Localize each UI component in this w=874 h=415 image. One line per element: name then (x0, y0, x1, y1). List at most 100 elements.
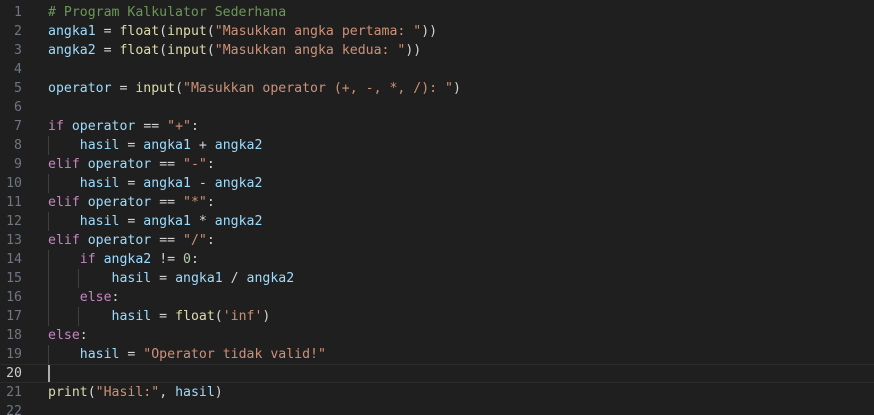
line-number: 7 (14, 119, 22, 134)
line-number: 9 (14, 157, 22, 172)
code-token: print (48, 385, 88, 400)
line-number: 8 (14, 138, 22, 153)
code-token: = (151, 309, 176, 324)
code-line[interactable]: 20 (0, 364, 874, 383)
code-line[interactable]: 12 hasil = angka1 * angka2 (0, 212, 874, 231)
line-number: 19 (6, 347, 22, 362)
code-line[interactable]: 11 elif operator == "*": (0, 193, 874, 212)
code-token: hasil (175, 385, 215, 400)
code-token: operator (87, 157, 152, 172)
code-token: operator (71, 119, 136, 134)
code-token: "Hasil:" (95, 385, 160, 400)
code-token: : (206, 195, 215, 210)
code-token: operator (87, 233, 152, 248)
code-line[interactable]: 21 print("Hasil:", hasil) (0, 383, 874, 402)
code-token: angka1 (143, 214, 191, 229)
code-line[interactable]: 8 hasil = angka1 + angka2 (0, 136, 874, 155)
code-token: angka2 (214, 214, 263, 229)
code-line[interactable]: 14 if angka2 != 0: (0, 250, 874, 269)
code-line[interactable]: 13 elif operator == "/": (0, 231, 874, 250)
code-line[interactable]: 17 hasil = float('inf') (0, 307, 874, 326)
code-token: = (95, 24, 120, 39)
line-number: 21 (6, 385, 22, 400)
code-line[interactable]: 7 if operator == "+": (0, 117, 874, 136)
code-token: 0 (183, 252, 191, 267)
line-number: 18 (6, 328, 22, 343)
line-code: hasil = angka1 - angka2 (48, 174, 263, 193)
line-number: 11 (6, 195, 22, 210)
code-token: - (190, 176, 215, 191)
line-number: 15 (6, 271, 22, 286)
code-token: hasil (79, 176, 120, 191)
code-token: ) (262, 309, 271, 324)
code-token: "/" (183, 233, 207, 248)
code-line[interactable]: 15 hasil = angka1 / angka2 (0, 269, 874, 288)
code-line[interactable]: 2 angka1 = float(input("Masukkan angka pe… (0, 22, 874, 41)
code-token: : (190, 252, 199, 267)
code-line[interactable]: 10 hasil = angka1 - angka2 (0, 174, 874, 193)
line-number: 17 (6, 309, 22, 324)
code-token: angka1 (48, 24, 96, 39)
line-number: 13 (6, 233, 22, 248)
code-line[interactable]: 9 elif operator == "-": (0, 155, 874, 174)
code-token: 'inf' (222, 309, 263, 324)
code-token: ( (159, 24, 168, 39)
code-token: if (48, 119, 64, 134)
code-token: float (119, 24, 160, 39)
code-line[interactable]: 22 (0, 402, 874, 415)
line-code: elif operator == "-": (48, 155, 215, 174)
code-token: ( (214, 309, 223, 324)
line-number: 14 (6, 252, 22, 267)
code-token: angka2 (246, 271, 295, 286)
code-line[interactable]: 4 (0, 60, 874, 79)
code-line[interactable]: 19 hasil = "Operator tidak valid!" (0, 345, 874, 364)
code-token: = (95, 43, 120, 58)
code-token: elif (48, 195, 80, 210)
line-code: # Program Kalkulator Sederhana (48, 3, 286, 22)
code-line[interactable]: 18 else: (0, 326, 874, 345)
code-token: angka1 (143, 138, 191, 153)
code-token: : (206, 233, 215, 248)
line-code: angka1 = float(input("Masukkan angka per… (48, 22, 437, 41)
line-code: hasil = float('inf') (48, 307, 271, 326)
code-token: == (135, 119, 168, 134)
code-token: elif (48, 157, 80, 172)
code-token: input (167, 43, 207, 58)
code-token: : (190, 119, 199, 134)
code-token: = (111, 81, 136, 96)
code-token: if (79, 252, 96, 267)
code-line[interactable]: 1 # Program Kalkulator Sederhana (0, 3, 874, 22)
code-token: / (222, 271, 247, 286)
code-token: input (135, 81, 176, 96)
line-number: 10 (6, 176, 22, 191)
line-code: hasil = angka1 + angka2 (48, 136, 263, 155)
code-token: input (167, 24, 207, 39)
code-token: : (206, 157, 215, 172)
code-token: + (190, 138, 215, 153)
code-token: ( (206, 24, 215, 39)
code-token: # Program Kalkulator Sederhana (48, 5, 287, 20)
code-token: angka2 (214, 138, 263, 153)
line-number: 2 (14, 24, 22, 39)
line-code: elif operator == "/": (48, 231, 215, 250)
code-line[interactable]: 3 angka2 = float(input("Masukkan angka ke… (0, 41, 874, 60)
code-token: float (175, 309, 215, 324)
line-code: if angka2 != 0: (48, 250, 199, 269)
code-token: == (151, 233, 184, 248)
line-code: else: (48, 326, 88, 345)
code-token: angka2 (103, 252, 152, 267)
code-token: )) (405, 43, 422, 58)
code-line[interactable]: 16 else: (0, 288, 874, 307)
code-token: = (119, 347, 144, 362)
code-line[interactable]: 6 (0, 98, 874, 117)
code-token: elif (48, 233, 80, 248)
code-token: "+" (167, 119, 191, 134)
code-line[interactable]: 5 operator = input("Masukkan operator (+,… (0, 79, 874, 98)
code-editor[interactable]: 1 # Program Kalkulator Sederhana 2 angka1 =… (0, 0, 874, 415)
